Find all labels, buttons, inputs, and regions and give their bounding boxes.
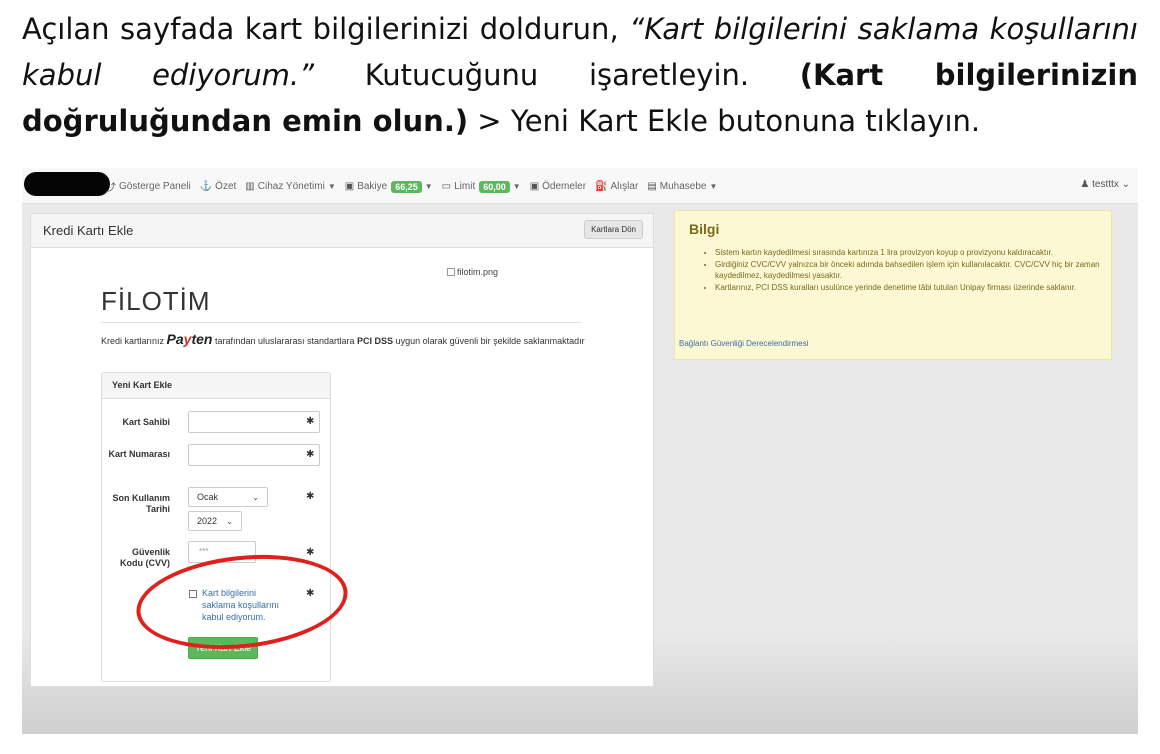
payten-logo: Payten	[167, 331, 213, 347]
required-icon: ✱	[306, 547, 315, 558]
chart-icon: ⤴	[106, 183, 116, 194]
nav-item-label: Cihaz Yönetimi	[257, 181, 325, 192]
pci-dss: PCI DSS	[357, 336, 394, 346]
nav-item-label: Limit	[454, 181, 476, 192]
balance-icon: ▣	[344, 181, 355, 192]
back-to-cards-button[interactable]: Kartlara Dön	[584, 220, 643, 239]
chevron-down-icon: ⌄	[252, 492, 259, 502]
user-icon: ♟	[1080, 179, 1090, 190]
payten-ten: ten	[191, 331, 213, 347]
pci-text-3: uygun olarak güvenli bir şekilde saklanm…	[393, 336, 585, 346]
nav-item-label: Gösterge Paneli	[119, 181, 191, 192]
nav-item-book[interactable]: ▤ Muhasebe ▼	[647, 181, 717, 192]
nav-item-chart[interactable]: ⤴ Gösterge Paneli	[106, 179, 191, 194]
info-item: Kartlarınız, PCI DSS kuralları usulünce …	[715, 282, 1101, 293]
card-number-input[interactable]	[188, 444, 320, 466]
value-badge: 60,00	[479, 180, 510, 193]
card-number-label: Kart Numarası	[108, 449, 170, 459]
card-holder-label: Kart Sahibi	[122, 417, 170, 427]
instruction-part-3: > Yeni Kart Ekle butonuna tıklayın.	[468, 104, 981, 138]
info-item: Girdiğiniz CVC/CVV yalnızca bir önceki a…	[715, 259, 1101, 281]
info-list: Sistem kartın kaydedilmesi sırasında kar…	[689, 247, 1101, 294]
card-holder-input[interactable]	[188, 411, 320, 433]
nav-item-label: Özet	[215, 181, 237, 192]
limit-icon: ▭	[441, 181, 452, 192]
user-menu[interactable]: ♟ testttx ⌄	[1080, 179, 1130, 190]
instruction-part-1: Açılan sayfada kart bilgilerinizi doldur…	[22, 12, 630, 46]
summary-icon: ⚓	[199, 181, 213, 192]
nav-item-balance[interactable]: ▣ Bakiye 66,25 ▼	[344, 180, 433, 193]
expiry-month-select[interactable]: Ocak ⌄	[188, 487, 268, 507]
form-title: Yeni Kart Ekle	[102, 373, 330, 399]
instruction-part-2: Kutucuğunu işaretleyin.	[314, 58, 800, 92]
info-item: Sistem kartın kaydedilmesi sırasında kar…	[715, 247, 1101, 258]
required-icon: ✱	[306, 491, 315, 502]
payment-icon: ▣	[529, 181, 540, 192]
info-box: Bilgi Sistem kartın kaydedilmesi sırasın…	[674, 210, 1112, 360]
caret-down-icon: ▼	[424, 182, 433, 191]
expiry-month-value: Ocak	[197, 492, 219, 502]
chevron-down-icon: ⌄	[226, 516, 233, 526]
divider	[101, 322, 581, 323]
required-icon: ✱	[306, 416, 315, 427]
info-title: Bilgi	[689, 221, 720, 237]
brand-title: FİLOTİM	[101, 286, 211, 316]
expiry-year-value: 2022	[197, 516, 218, 526]
pci-notice: Kredi kartlarınız Payten tarafından ulus…	[101, 331, 591, 347]
nav-menu: ⤴ Gösterge Paneli ⚓ Özet ▥ Cihaz Yönetimi ▼ ▣ Ba…	[106, 179, 726, 194]
nav-item-device[interactable]: ▥ Cihaz Yönetimi ▼	[245, 181, 335, 192]
nav-item-summary[interactable]: ⚓ Özet	[200, 181, 237, 192]
broken-image-icon	[447, 268, 455, 276]
value-badge: 66,25	[391, 180, 422, 193]
nav-item-payment[interactable]: ▣ Ödemeler	[530, 181, 586, 192]
screenshot: ⤴ Gösterge Paneli ⚓ Özet ▥ Cihaz Yönetimi ▼ ▣ Ba…	[22, 168, 1138, 734]
expiry-label: Son Kullanım Tarihi	[112, 493, 170, 514]
top-navbar: ⤴ Gösterge Paneli ⚓ Özet ▥ Cihaz Yönetimi ▼ ▣ Ba…	[22, 168, 1138, 204]
instruction-text: Açılan sayfada kart bilgilerinizi doldur…	[22, 6, 1138, 144]
device-icon: ▥	[245, 181, 255, 192]
logo-alt-text: filotim.png	[457, 267, 499, 277]
book-icon: ▤	[647, 181, 657, 192]
security-rating-link[interactable]: Bağlantı Güvenliği Derecelendirmesi	[679, 339, 808, 348]
nav-item-fuel[interactable]: ⛽ Alışlar	[595, 181, 638, 192]
panel-title: Kredi Kartı Ekle	[43, 223, 134, 238]
expiry-year-select[interactable]: 2022 ⌄	[188, 511, 242, 531]
broken-logo-image: filotim.png	[447, 267, 498, 277]
nav-item-label: Alışlar	[610, 181, 639, 192]
add-card-panel: Kredi Kartı Ekle Kartlara Dön FİLOTİM fi…	[30, 213, 654, 687]
cvv-label: Güvenlik Kodu (CVV)	[120, 547, 170, 568]
caret-down-icon: ▼	[327, 182, 336, 191]
nav-item-label: Ödemeler	[542, 181, 587, 192]
panel-header: Kredi Kartı Ekle Kartlara Dön	[31, 214, 653, 248]
user-name: testttx	[1092, 179, 1119, 190]
caret-down-icon: ▼	[709, 182, 718, 191]
pci-text-2: tarafından uluslararası standartlara	[212, 336, 358, 346]
chevron-down-icon: ⌄	[1121, 179, 1130, 190]
nav-item-limit[interactable]: ▭ Limit 60,00 ▼	[441, 180, 521, 193]
nav-item-label: Muhasebe	[659, 181, 707, 192]
redacted-logo	[24, 172, 110, 196]
caret-down-icon: ▼	[512, 182, 521, 191]
payten-pa: Pa	[166, 331, 184, 347]
pci-text-1: Kredi kartlarınız	[101, 336, 167, 346]
fuel-icon: ⛽	[595, 181, 608, 192]
nav-item-label: Bakiye	[357, 181, 388, 192]
required-icon: ✱	[306, 449, 315, 460]
